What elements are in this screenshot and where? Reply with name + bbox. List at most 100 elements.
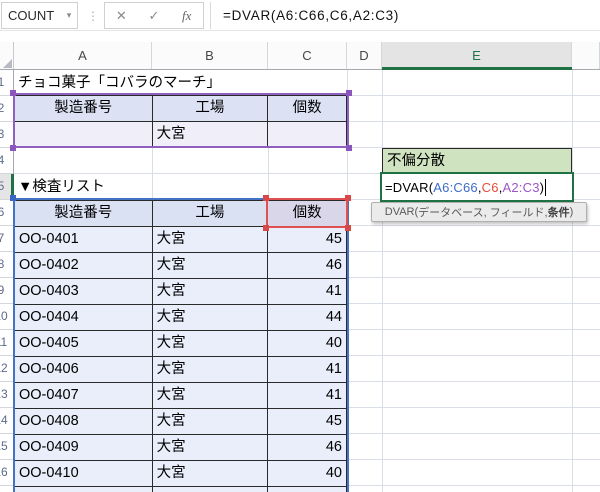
row-header-15[interactable]: 15 — [0, 434, 13, 460]
list-cell-qty[interactable]: 40 — [268, 461, 347, 487]
list-cell-id[interactable]: OO-0409 — [15, 435, 153, 461]
row-header-10[interactable]: 10 — [0, 304, 13, 330]
list-cell-id[interactable]: OO-0407 — [15, 383, 153, 409]
row-header-7[interactable]: 7 — [0, 226, 13, 252]
list-cell-id[interactable]: OO-0405 — [15, 331, 153, 357]
row-header-16[interactable]: 16 — [0, 460, 13, 486]
row-header-2[interactable]: 2 — [0, 96, 13, 122]
row-header-6[interactable]: 6 — [0, 200, 13, 226]
text-cursor — [545, 179, 546, 196]
select-all-corner[interactable] — [0, 42, 14, 69]
formula-bar: COUNT ▾ ⋮ ✕ ✓ fx =DVAR(A6:C66,C6,A2:C3) — [0, 0, 600, 31]
list-header-qty-field-cell[interactable]: 個数 — [268, 201, 347, 227]
name-box[interactable]: COUNT ▾ — [1, 2, 78, 29]
list-header-factory[interactable]: 工場 — [153, 201, 269, 227]
tooltip-args: データベース, フィールド, — [418, 204, 547, 220]
list-cell-qty[interactable]: 44 — [268, 305, 347, 331]
formula-segment-function: =DVAR( — [385, 180, 433, 195]
row-header-4[interactable]: 4 — [0, 148, 13, 174]
list-cell-id[interactable]: OO-0408 — [15, 409, 153, 435]
list-cell-factory[interactable]: 大宮 — [153, 279, 269, 305]
formula-bar-input[interactable]: =DVAR(A6:C66,C6,A2:C3) — [210, 2, 600, 29]
list-header-row: 製造番号 工場 個数 — [15, 201, 347, 227]
list-cell-qty[interactable] — [268, 487, 347, 492]
list-cell-qty[interactable]: 46 — [268, 253, 347, 279]
criteria-header-qty[interactable]: 個数 — [268, 96, 347, 122]
cell-a5-list-label[interactable]: ▼検査リスト — [14, 174, 347, 200]
cancel-icon[interactable]: ✕ — [105, 3, 138, 28]
row-header-17[interactable]: 17 — [0, 486, 13, 492]
list-cell-factory[interactable]: 大宮 — [153, 357, 269, 383]
list-cell-factory[interactable]: 大宮 — [153, 305, 269, 331]
row-header-13[interactable]: 13 — [0, 382, 13, 408]
criteria-value-row: 大宮 — [15, 122, 347, 148]
list-cell-qty[interactable]: 45 — [268, 227, 347, 253]
list-cell-id[interactable]: OO-0401 — [15, 227, 153, 253]
list-header-id[interactable]: 製造番号 — [15, 201, 153, 227]
list-cell-qty[interactable]: 41 — [268, 357, 347, 383]
table-row: OO-0406 大宮 41 — [15, 357, 347, 383]
list-cell-factory[interactable]: 大宮 — [153, 253, 269, 279]
list-cell-id[interactable]: OO-0410 — [15, 461, 153, 487]
list-cell-factory[interactable]: 大宮 — [153, 331, 269, 357]
list-cell-factory[interactable] — [153, 487, 269, 492]
column-header-c[interactable]: C — [268, 42, 347, 69]
list-cell-id[interactable]: OO-0404 — [15, 305, 153, 331]
formula-bar-separator-icon: ⋮ — [86, 2, 100, 29]
list-cell-id[interactable]: OO-0402 — [15, 253, 153, 279]
column-header-d[interactable]: D — [347, 42, 382, 69]
table-row: OO-0407 大宮 41 — [15, 383, 347, 409]
criteria-cell-c3[interactable] — [268, 122, 347, 148]
list-cell-qty[interactable]: 41 — [268, 383, 347, 409]
table-row: OO-0410 大宮 40 — [15, 461, 347, 487]
row-header-9[interactable]: 9 — [0, 278, 13, 304]
row-header-8[interactable]: 8 — [0, 252, 13, 278]
criteria-header-id[interactable]: 製造番号 — [15, 96, 153, 122]
active-column-underline — [382, 67, 572, 70]
criteria-cell-b3-factory[interactable]: 大宮 — [153, 122, 269, 148]
select-all-triangle-icon — [3, 59, 12, 68]
column-header-b[interactable]: B — [152, 42, 268, 69]
formula-segment-criteria-ref: A2:C3 — [503, 180, 540, 195]
name-box-value: COUNT — [2, 8, 61, 23]
row-header-11[interactable]: 11 — [0, 330, 13, 356]
list-cell-factory[interactable]: 大宮 — [153, 435, 269, 461]
list-cell-factory[interactable]: 大宮 — [153, 227, 269, 253]
table-row: OO-0402 大宮 46 — [15, 253, 347, 279]
range-handle — [263, 225, 269, 231]
table-row: OO-0409 大宮 46 — [15, 435, 347, 461]
table-row-partial — [15, 487, 347, 492]
table-row: OO-0401 大宮 45 — [15, 227, 347, 253]
list-cell-id[interactable]: OO-0406 — [15, 357, 153, 383]
name-box-caret-icon[interactable]: ▾ — [61, 10, 77, 21]
range-handle — [263, 195, 269, 201]
list-cell-id[interactable]: OO-0403 — [15, 279, 153, 305]
table-row: OO-0403 大宮 41 — [15, 279, 347, 305]
table-row: OO-0404 大宮 44 — [15, 305, 347, 331]
list-cell-qty[interactable]: 40 — [268, 331, 347, 357]
cell-e5-formula-editor[interactable]: =DVAR( A6:C66 , C6 , A2:C3 ) — [380, 172, 574, 202]
criteria-cell-a3[interactable] — [15, 122, 153, 148]
column-header-a[interactable]: A — [14, 42, 152, 69]
list-cell-factory[interactable]: 大宮 — [153, 409, 269, 435]
row-header-12[interactable]: 12 — [0, 356, 13, 382]
excel-window: COUNT ▾ ⋮ ✕ ✓ fx =DVAR(A6:C66,C6,A2:C3) … — [0, 0, 600, 492]
list-cell-factory[interactable]: 大宮 — [153, 383, 269, 409]
tooltip-current-arg: 条件 — [548, 204, 570, 220]
range-handle — [346, 145, 352, 151]
list-cell-qty[interactable]: 41 — [268, 279, 347, 305]
row-header-14[interactable]: 14 — [0, 408, 13, 434]
column-header-e[interactable]: E — [382, 42, 572, 69]
inspection-list-table: 製造番号 工場 個数 OO-0401 大宮 45 OO-0402 大宮 46 O… — [14, 200, 347, 492]
list-cell-qty[interactable]: 45 — [268, 409, 347, 435]
cell-a1-title[interactable]: チョコ菓子「コバラのマーチ」 — [14, 70, 347, 96]
list-cell-factory[interactable]: 大宮 — [153, 461, 269, 487]
column-header-f[interactable] — [572, 42, 600, 69]
list-cell-qty[interactable]: 46 — [268, 435, 347, 461]
formula-segment-close: ) — [540, 180, 545, 195]
enter-icon[interactable]: ✓ — [138, 3, 171, 28]
cell-e4-result-label[interactable]: 不偏分散 — [382, 148, 572, 174]
insert-function-icon[interactable]: fx — [170, 3, 203, 28]
criteria-header-factory[interactable]: 工場 — [153, 96, 269, 122]
list-cell-id[interactable] — [15, 487, 153, 492]
